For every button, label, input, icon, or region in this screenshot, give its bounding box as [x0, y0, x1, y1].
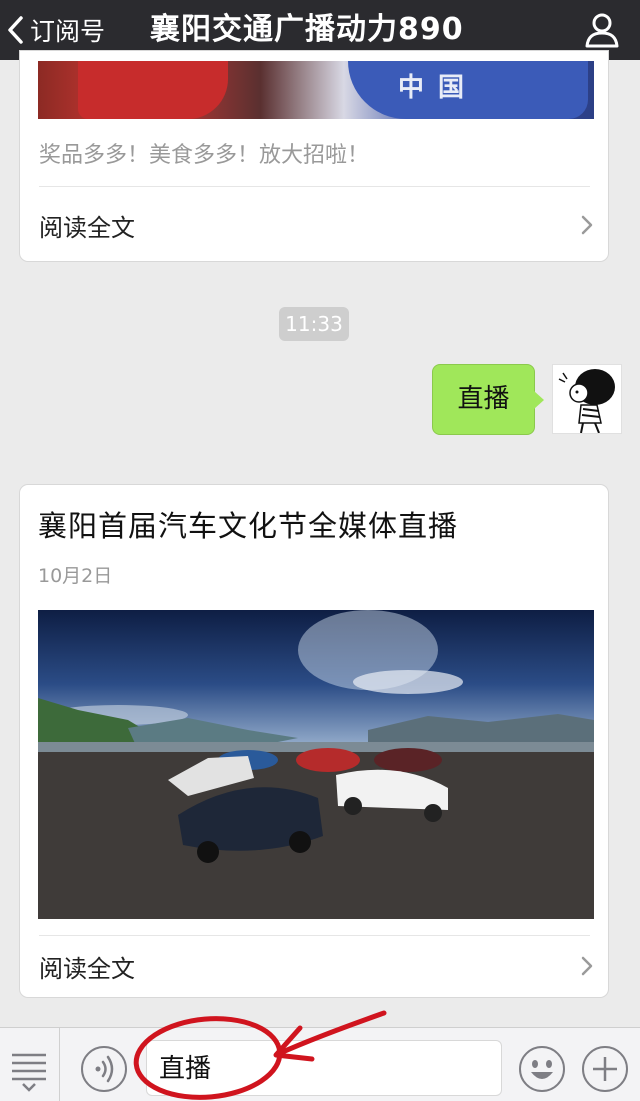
article-title: 襄阳首届汽车文化节全媒体直播	[38, 509, 459, 543]
chevron-right-icon	[581, 215, 593, 235]
cartoon-avatar-icon	[558, 369, 615, 433]
menu-lines-icon	[12, 1053, 46, 1092]
divider	[39, 186, 590, 187]
person-icon[interactable]	[582, 10, 622, 50]
read-more-link[interactable]: 阅读全文	[39, 197, 594, 253]
message-input[interactable]: 直播	[146, 1040, 502, 1096]
shirt-print-text: 中国	[398, 73, 479, 103]
plus-icon	[593, 1057, 617, 1081]
avatar[interactable]	[552, 364, 622, 434]
article-thumbnail: 中国	[38, 61, 594, 119]
message-timestamp: 11:33	[279, 307, 349, 341]
back-label: 订阅号	[30, 17, 106, 46]
article-card[interactable]: 襄阳首届汽车文化节全媒体直播 10月2日 阅读全文	[19, 484, 609, 998]
article-card-previous[interactable]: 中国 奖品多多！美食多多！放大招啦！ 阅读全文	[19, 50, 609, 262]
chevron-left-icon	[8, 16, 23, 44]
emoji-button[interactable]	[519, 1046, 565, 1092]
voice-button[interactable]	[81, 1046, 127, 1092]
read-more-link[interactable]: 阅读全文	[39, 935, 594, 997]
input-bar: 直播	[0, 1027, 640, 1101]
article-description: 奖品多多！美食多多！放大招啦！	[39, 143, 370, 168]
article-cover-image	[38, 610, 594, 919]
read-more-label: 阅读全文	[39, 213, 135, 242]
voice-icon	[95, 1055, 114, 1083]
chevron-right-icon	[581, 956, 593, 976]
sent-message-bubble[interactable]: 直播	[432, 364, 544, 435]
plus-button[interactable]	[582, 1046, 628, 1092]
smiley-icon	[531, 1060, 553, 1079]
article-date: 10月2日	[38, 565, 113, 587]
menu-toggle-button[interactable]	[0, 1028, 60, 1101]
read-more-label: 阅读全文	[39, 954, 135, 983]
